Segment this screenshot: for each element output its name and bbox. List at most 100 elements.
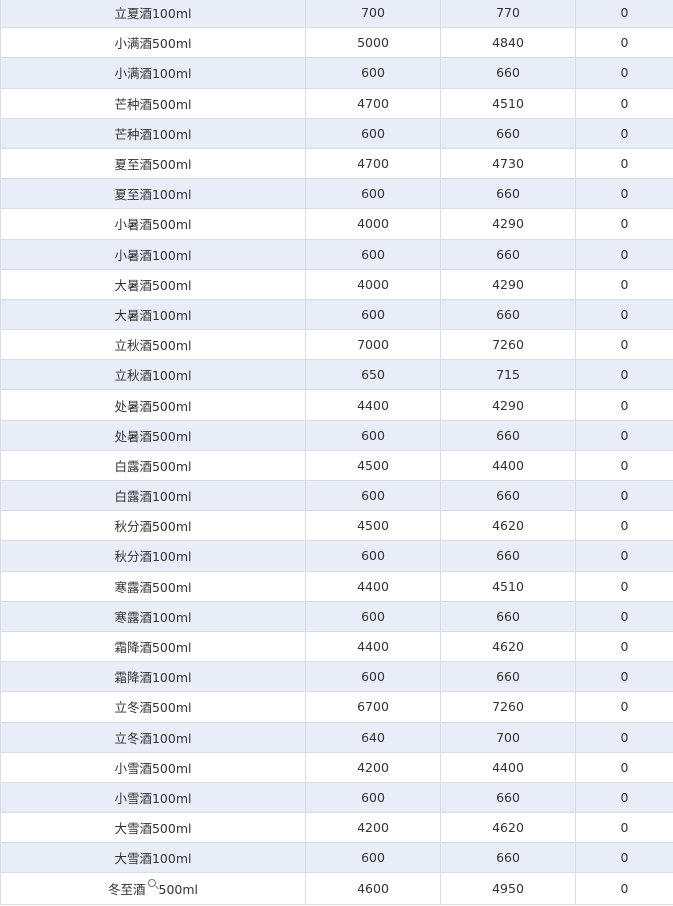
value-cell-1: 600 [305,661,441,693]
value-cell-1: 4400 [305,389,441,421]
product-name-part1: 冬至酒 [107,882,146,898]
product-name-cell: 霜降酒500ml [0,630,306,663]
value-cell-2: 660 [440,540,576,572]
value-cell-3: 0 [575,117,673,149]
table-row: 芒种酒500ml 4700 4510 0 [0,87,673,119]
product-name-cell: 立冬酒500ml [0,691,306,723]
table-row: 夏至酒100ml 600 660 0 [0,178,673,210]
product-name-cell: 夏至酒100ml [0,178,306,210]
value-cell-2: 4730 [440,147,576,180]
value-cell-3: 0 [575,691,673,723]
table-row: 立秋酒500ml 7000 7260 0 [0,329,673,361]
value-cell-2: 4620 [440,812,576,844]
value-cell-1: 7000 [305,329,441,361]
product-name-cell: 立秋酒100ml [0,359,306,391]
value-cell-1: 4500 [305,449,441,482]
table-row: 大暑酒500ml 4000 4290 0 [0,268,673,300]
search-icon[interactable] [147,879,156,888]
value-cell-3: 0 [575,872,673,906]
value-cell-2: 4620 [440,630,576,663]
value-cell-3: 0 [575,419,673,451]
value-cell-2: 660 [440,479,576,512]
value-cell-2: 660 [440,178,576,210]
value-cell-1: 4000 [305,208,441,240]
table-row: 处暑酒500ml 600 660 0 [0,419,673,451]
value-cell-3: 0 [575,0,673,29]
product-name-cell: 小暑酒100ml [0,238,306,270]
table-row: 夏至酒500ml 4700 4730 0 [0,147,673,180]
product-name-cell: 立秋酒500ml [0,329,306,361]
table-body: 立夏酒100ml 700 770 0 小满酒500ml 5000 4840 0 … [0,0,673,906]
value-cell-2: 4400 [440,751,576,783]
table-row: 霜降酒100ml 600 660 0 [0,661,673,693]
table-row: 白露酒100ml 600 660 0 [0,479,673,512]
value-cell-1: 600 [305,419,441,451]
value-cell-1: 4400 [305,570,441,602]
product-name-cell: 冬至酒 500ml [0,872,306,906]
value-cell-1: 4200 [305,751,441,783]
value-cell-3: 0 [575,751,673,783]
value-cell-2: 660 [440,117,576,149]
value-cell-1: 650 [305,359,441,391]
value-cell-1: 700 [305,0,441,29]
value-cell-1: 600 [305,781,441,814]
price-table: 立夏酒100ml 700 770 0 小满酒500ml 5000 4840 0 … [0,0,673,906]
table-row: 小满酒100ml 600 660 0 [0,57,673,89]
value-cell-3: 0 [575,389,673,421]
product-name-cell: 小暑酒500ml [0,208,306,240]
value-cell-2: 4510 [440,570,576,602]
value-cell-2: 660 [440,57,576,89]
table-row: 寒露酒500ml 4400 4510 0 [0,570,673,602]
value-cell-3: 0 [575,178,673,210]
product-name-cell: 小满酒100ml [0,57,306,89]
table-row: 小暑酒500ml 4000 4290 0 [0,208,673,240]
table-row: 处暑酒500ml 4400 4290 0 [0,389,673,421]
table-row: 芒种酒100ml 600 660 0 [0,117,673,149]
value-cell-1: 600 [305,298,441,331]
value-cell-3: 0 [575,842,673,874]
value-cell-1: 600 [305,238,441,270]
value-cell-3: 0 [575,238,673,270]
product-name-cell: 立夏酒100ml [0,0,306,29]
value-cell-2: 4290 [440,389,576,421]
value-cell-3: 0 [575,812,673,844]
value-cell-1: 600 [305,540,441,572]
table-row: 小暑酒100ml 600 660 0 [0,238,673,270]
table-row: 寒露酒100ml 600 660 0 [0,600,673,632]
value-cell-2: 660 [440,419,576,451]
product-name-cell: 芒种酒100ml [0,117,306,149]
value-cell-1: 600 [305,178,441,210]
table-row: 白露酒500ml 4500 4400 0 [0,449,673,482]
value-cell-1: 600 [305,842,441,874]
table-row: 小雪酒500ml 4200 4400 0 [0,751,673,783]
product-name-cell: 霜降酒100ml [0,661,306,693]
value-cell-1: 4200 [305,812,441,844]
value-cell-2: 7260 [440,691,576,723]
product-name-cell: 立冬酒100ml [0,721,306,753]
value-cell-1: 4600 [305,872,441,906]
product-name-cell: 小雪酒100ml [0,781,306,814]
value-cell-2: 4950 [440,872,576,906]
value-cell-1: 4400 [305,630,441,663]
table-row: 大雪酒500ml 4200 4620 0 [0,812,673,844]
product-name-cell: 大暑酒100ml [0,298,306,331]
value-cell-1: 640 [305,721,441,753]
value-cell-1: 4000 [305,268,441,300]
value-cell-3: 0 [575,329,673,361]
table-row: 秋分酒500ml 4500 4620 0 [0,510,673,542]
value-cell-3: 0 [575,661,673,693]
value-cell-3: 0 [575,27,673,59]
value-cell-3: 0 [575,630,673,663]
table-row: 立秋酒100ml 650 715 0 [0,359,673,391]
value-cell-3: 0 [575,600,673,632]
table-row: 冬至酒 500ml 4600 4950 0 [0,872,673,906]
table-row: 霜降酒500ml 4400 4620 0 [0,630,673,663]
value-cell-2: 660 [440,842,576,874]
value-cell-1: 4700 [305,87,441,119]
value-cell-3: 0 [575,298,673,331]
table-row: 大暑酒100ml 600 660 0 [0,298,673,331]
value-cell-2: 4840 [440,27,576,59]
value-cell-3: 0 [575,540,673,572]
value-cell-3: 0 [575,57,673,89]
value-cell-1: 600 [305,479,441,512]
